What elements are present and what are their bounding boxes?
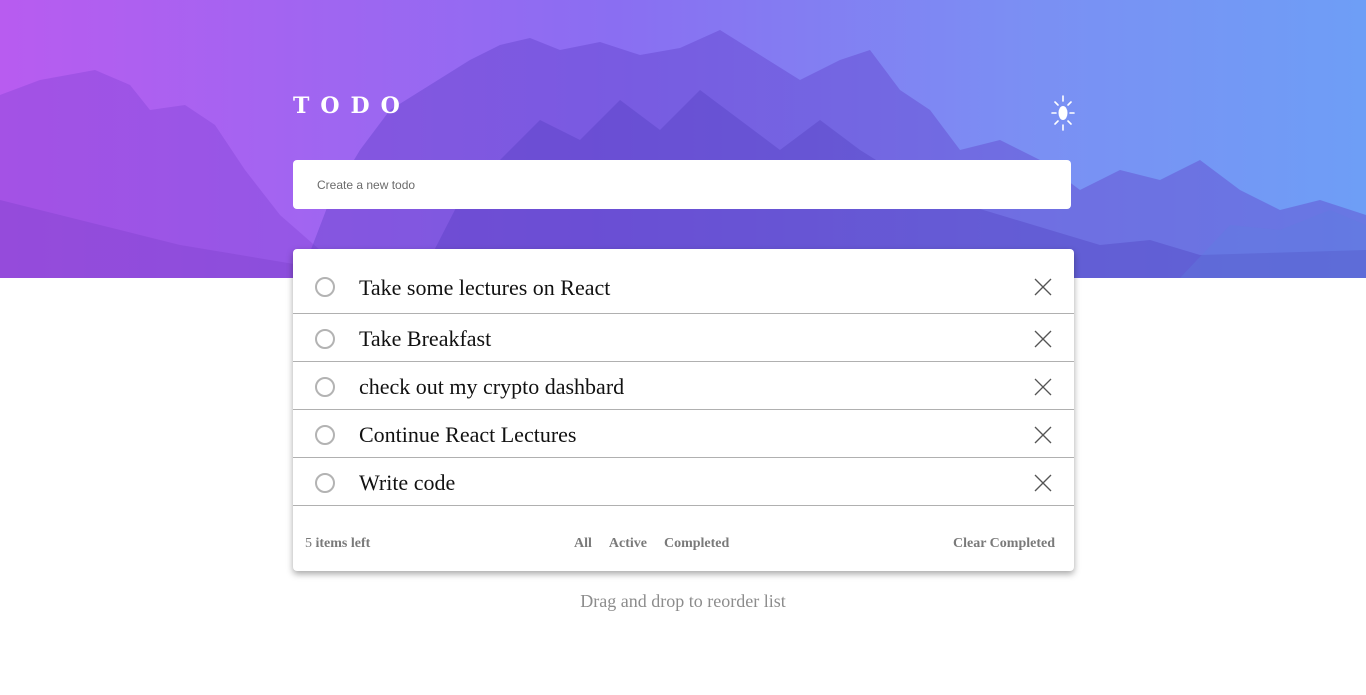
items-left-counter: 5 items left xyxy=(305,536,370,552)
todo-checkbox[interactable] xyxy=(315,329,335,349)
todo-text: Write code xyxy=(359,470,456,495)
new-todo-input[interactable] xyxy=(293,160,1071,209)
todo-list-card: Take some lectures on React Take Breakfa… xyxy=(293,249,1074,571)
todo-text: Take some lectures on React xyxy=(359,275,611,300)
todo-checkbox[interactable] xyxy=(315,377,335,397)
items-left-label: items left xyxy=(315,536,371,551)
header-background xyxy=(0,0,1366,278)
todo-text: check out my crypto dashbard xyxy=(359,374,625,399)
new-todo-container xyxy=(293,160,1071,209)
todo-checkbox[interactable] xyxy=(315,425,335,445)
todo-item[interactable]: Take some lectures on React xyxy=(293,249,1074,314)
close-icon[interactable] xyxy=(1033,277,1053,297)
reorder-hint: Drag and drop to reorder list xyxy=(580,591,786,611)
mountains-illustration xyxy=(0,30,1366,278)
filter-all[interactable]: All xyxy=(574,536,592,551)
close-icon[interactable] xyxy=(1033,377,1053,397)
todo-footer: 5 items left All Active Completed Clear Co… xyxy=(293,536,1074,556)
todo-checkbox[interactable] xyxy=(315,473,335,493)
todo-text: Take Breakfast xyxy=(359,326,492,351)
theme-toggle-button[interactable] xyxy=(1048,93,1078,133)
close-icon[interactable] xyxy=(1033,473,1053,493)
filter-completed[interactable]: Completed xyxy=(664,536,729,551)
clear-completed-button[interactable]: Clear Completed xyxy=(953,536,1055,552)
todo-item[interactable]: Continue React Lectures xyxy=(293,410,1074,458)
filter-group: All Active Completed xyxy=(574,536,746,552)
filter-active[interactable]: Active xyxy=(609,536,647,551)
todo-item[interactable]: check out my crypto dashbard xyxy=(293,362,1074,410)
page-title: TODO xyxy=(293,93,411,119)
sun-icon xyxy=(1051,95,1075,131)
todo-checkbox[interactable] xyxy=(315,277,335,297)
todo-text: Continue React Lectures xyxy=(359,422,577,447)
items-left-number: 5 xyxy=(305,536,312,551)
todo-item[interactable]: Take Breakfast xyxy=(293,314,1074,362)
close-icon[interactable] xyxy=(1033,329,1053,349)
todo-item[interactable]: Write code xyxy=(293,458,1074,506)
close-icon[interactable] xyxy=(1033,425,1053,445)
